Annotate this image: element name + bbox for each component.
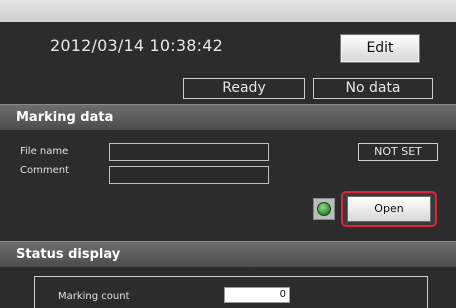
status-lamp-icon — [313, 198, 335, 220]
comment-field[interactable] — [109, 166, 269, 184]
comment-label: Comment — [20, 165, 69, 176]
file-name-label: File name — [20, 146, 69, 157]
open-button[interactable]: Open — [347, 196, 431, 222]
top-strip — [0, 0, 456, 22]
data-status-indicator: No data — [313, 78, 433, 99]
not-set-badge: NOT SET — [358, 143, 438, 161]
marking-screen: 2012/03/14 10:38:42 Edit Ready No data M… — [0, 0, 456, 308]
green-lamp-icon — [317, 202, 331, 216]
marking-count-label: Marking count — [58, 291, 130, 302]
edit-button[interactable]: Edit — [340, 34, 420, 63]
file-name-field[interactable] — [109, 143, 269, 161]
status-ready-indicator: Ready — [183, 78, 305, 99]
datetime-display: 2012/03/14 10:38:42 — [50, 36, 223, 55]
marking-count-value: 0 — [224, 287, 290, 303]
status-display-header: Status display — [0, 241, 456, 267]
marking-data-header: Marking data — [0, 104, 456, 130]
